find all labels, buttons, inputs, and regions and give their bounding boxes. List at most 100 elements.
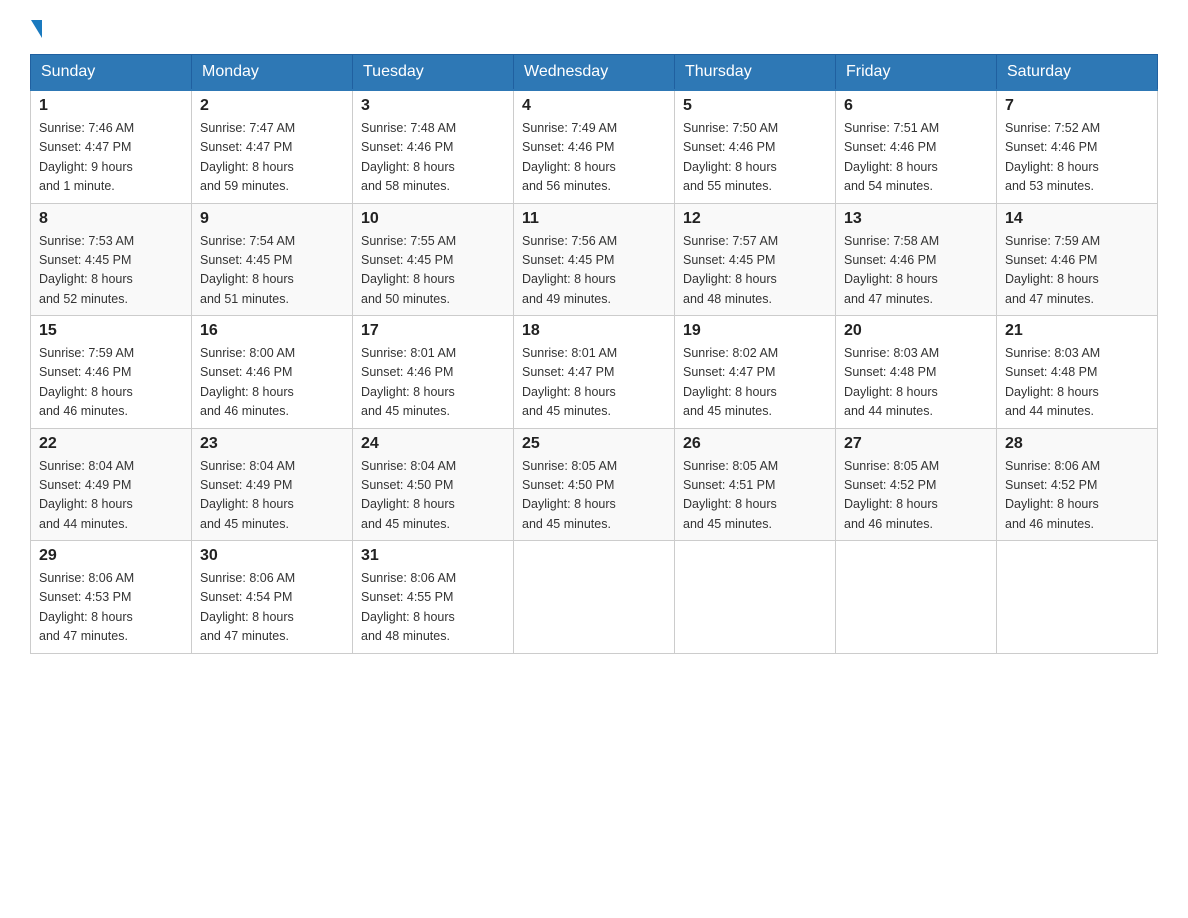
calendar-cell: 25 Sunrise: 8:05 AMSunset: 4:50 PMDayligh…	[514, 428, 675, 541]
calendar-cell: 31Sunrise: 8:06 AMSunset: 4:55 PMDayligh…	[353, 541, 514, 654]
calendar-cell: 26 Sunrise: 8:05 AMSunset: 4:51 PMDayligh…	[675, 428, 836, 541]
day-number: 13	[844, 210, 988, 228]
calendar-cell: 5 Sunrise: 7:50 AMSunset: 4:46 PMDaylight…	[675, 90, 836, 203]
day-number: 3	[361, 97, 505, 115]
day-number: 17	[361, 322, 505, 340]
calendar-week-row: 22 Sunrise: 8:04 AMSunset: 4:49 PMDayligh…	[31, 428, 1158, 541]
calendar-cell: 16 Sunrise: 8:00 AMSunset: 4:46 PMDayligh…	[192, 316, 353, 429]
day-info: Sunrise: 7:51 AMSunset: 4:46 PMDaylight:…	[844, 119, 988, 197]
day-number: 25	[522, 435, 666, 453]
calendar-cell	[675, 541, 836, 654]
day-info: Sunrise: 7:54 AMSunset: 4:45 PMDaylight:…	[200, 232, 344, 310]
day-info: Sunrise: 8:06 AMSunset: 4:54 PMDaylight:…	[200, 569, 344, 647]
calendar-header-sunday: Sunday	[31, 55, 192, 91]
day-info: Sunrise: 8:03 AMSunset: 4:48 PMDaylight:…	[844, 344, 988, 422]
day-info: Sunrise: 8:05 AMSunset: 4:52 PMDaylight:…	[844, 457, 988, 535]
calendar-cell: 13 Sunrise: 7:58 AMSunset: 4:46 PMDayligh…	[836, 203, 997, 316]
calendar-cell: 21 Sunrise: 8:03 AMSunset: 4:48 PMDayligh…	[997, 316, 1158, 429]
day-number: 4	[522, 97, 666, 115]
day-number: 6	[844, 97, 988, 115]
calendar-cell	[997, 541, 1158, 654]
day-info: Sunrise: 7:50 AMSunset: 4:46 PMDaylight:…	[683, 119, 827, 197]
day-number: 28	[1005, 435, 1149, 453]
day-info: Sunrise: 7:49 AMSunset: 4:46 PMDaylight:…	[522, 119, 666, 197]
calendar-cell: 12Sunrise: 7:57 AMSunset: 4:45 PMDayligh…	[675, 203, 836, 316]
day-info: Sunrise: 8:01 AMSunset: 4:46 PMDaylight:…	[361, 344, 505, 422]
calendar-header-tuesday: Tuesday	[353, 55, 514, 91]
calendar-week-row: 29 Sunrise: 8:06 AMSunset: 4:53 PMDayligh…	[31, 541, 1158, 654]
day-info: Sunrise: 7:48 AMSunset: 4:46 PMDaylight:…	[361, 119, 505, 197]
day-number: 11	[522, 210, 666, 228]
day-info: Sunrise: 7:59 AMSunset: 4:46 PMDaylight:…	[39, 344, 183, 422]
calendar-header-monday: Monday	[192, 55, 353, 91]
day-info: Sunrise: 7:53 AMSunset: 4:45 PMDaylight:…	[39, 232, 183, 310]
day-info: Sunrise: 8:04 AMSunset: 4:49 PMDaylight:…	[200, 457, 344, 535]
day-number: 20	[844, 322, 988, 340]
day-info: Sunrise: 8:05 AMSunset: 4:50 PMDaylight:…	[522, 457, 666, 535]
day-number: 23	[200, 435, 344, 453]
calendar-cell: 24Sunrise: 8:04 AMSunset: 4:50 PMDayligh…	[353, 428, 514, 541]
day-number: 9	[200, 210, 344, 228]
day-info: Sunrise: 8:00 AMSunset: 4:46 PMDaylight:…	[200, 344, 344, 422]
day-number: 2	[200, 97, 344, 115]
day-number: 1	[39, 97, 183, 115]
day-info: Sunrise: 7:56 AMSunset: 4:45 PMDaylight:…	[522, 232, 666, 310]
calendar-week-row: 8 Sunrise: 7:53 AMSunset: 4:45 PMDaylight…	[31, 203, 1158, 316]
calendar-cell: 27Sunrise: 8:05 AMSunset: 4:52 PMDayligh…	[836, 428, 997, 541]
day-info: Sunrise: 7:58 AMSunset: 4:46 PMDaylight:…	[844, 232, 988, 310]
day-info: Sunrise: 7:47 AMSunset: 4:47 PMDaylight:…	[200, 119, 344, 197]
calendar-cell: 6 Sunrise: 7:51 AMSunset: 4:46 PMDaylight…	[836, 90, 997, 203]
calendar-cell: 9 Sunrise: 7:54 AMSunset: 4:45 PMDaylight…	[192, 203, 353, 316]
day-number: 30	[200, 547, 344, 565]
calendar-cell: 22 Sunrise: 8:04 AMSunset: 4:49 PMDayligh…	[31, 428, 192, 541]
calendar-cell: 14Sunrise: 7:59 AMSunset: 4:46 PMDayligh…	[997, 203, 1158, 316]
day-info: Sunrise: 8:06 AMSunset: 4:55 PMDaylight:…	[361, 569, 505, 647]
day-info: Sunrise: 8:04 AMSunset: 4:49 PMDaylight:…	[39, 457, 183, 535]
day-number: 18	[522, 322, 666, 340]
logo	[30, 20, 42, 36]
day-info: Sunrise: 8:06 AMSunset: 4:53 PMDaylight:…	[39, 569, 183, 647]
day-number: 29	[39, 547, 183, 565]
calendar-cell: 8 Sunrise: 7:53 AMSunset: 4:45 PMDaylight…	[31, 203, 192, 316]
calendar-cell: 3 Sunrise: 7:48 AMSunset: 4:46 PMDaylight…	[353, 90, 514, 203]
calendar-cell: 20 Sunrise: 8:03 AMSunset: 4:48 PMDayligh…	[836, 316, 997, 429]
calendar-cell: 4 Sunrise: 7:49 AMSunset: 4:46 PMDaylight…	[514, 90, 675, 203]
calendar-cell: 28 Sunrise: 8:06 AMSunset: 4:52 PMDayligh…	[997, 428, 1158, 541]
day-number: 22	[39, 435, 183, 453]
calendar-table: SundayMondayTuesdayWednesdayThursdayFrid…	[30, 54, 1158, 654]
day-info: Sunrise: 8:06 AMSunset: 4:52 PMDaylight:…	[1005, 457, 1149, 535]
day-number: 7	[1005, 97, 1149, 115]
calendar-header-saturday: Saturday	[997, 55, 1158, 91]
calendar-cell: 30 Sunrise: 8:06 AMSunset: 4:54 PMDayligh…	[192, 541, 353, 654]
page-header	[30, 20, 1158, 36]
day-info: Sunrise: 8:03 AMSunset: 4:48 PMDaylight:…	[1005, 344, 1149, 422]
calendar-week-row: 1 Sunrise: 7:46 AMSunset: 4:47 PMDaylight…	[31, 90, 1158, 203]
day-number: 14	[1005, 210, 1149, 228]
calendar-week-row: 15 Sunrise: 7:59 AMSunset: 4:46 PMDayligh…	[31, 316, 1158, 429]
day-number: 16	[200, 322, 344, 340]
calendar-header-row: SundayMondayTuesdayWednesdayThursdayFrid…	[31, 55, 1158, 91]
logo-arrow-icon	[31, 20, 42, 38]
day-number: 10	[361, 210, 505, 228]
day-number: 8	[39, 210, 183, 228]
day-info: Sunrise: 7:55 AMSunset: 4:45 PMDaylight:…	[361, 232, 505, 310]
day-number: 26	[683, 435, 827, 453]
day-number: 12	[683, 210, 827, 228]
calendar-cell: 7Sunrise: 7:52 AMSunset: 4:46 PMDaylight…	[997, 90, 1158, 203]
calendar-header-friday: Friday	[836, 55, 997, 91]
day-number: 15	[39, 322, 183, 340]
calendar-cell: 2 Sunrise: 7:47 AMSunset: 4:47 PMDaylight…	[192, 90, 353, 203]
day-number: 21	[1005, 322, 1149, 340]
day-info: Sunrise: 8:05 AMSunset: 4:51 PMDaylight:…	[683, 457, 827, 535]
calendar-header-thursday: Thursday	[675, 55, 836, 91]
day-number: 5	[683, 97, 827, 115]
day-number: 19	[683, 322, 827, 340]
day-info: Sunrise: 7:46 AMSunset: 4:47 PMDaylight:…	[39, 119, 183, 197]
calendar-cell: 19Sunrise: 8:02 AMSunset: 4:47 PMDayligh…	[675, 316, 836, 429]
calendar-cell: 10 Sunrise: 7:55 AMSunset: 4:45 PMDayligh…	[353, 203, 514, 316]
calendar-header-wednesday: Wednesday	[514, 55, 675, 91]
calendar-cell: 18Sunrise: 8:01 AMSunset: 4:47 PMDayligh…	[514, 316, 675, 429]
calendar-cell: 29 Sunrise: 8:06 AMSunset: 4:53 PMDayligh…	[31, 541, 192, 654]
calendar-cell: 1 Sunrise: 7:46 AMSunset: 4:47 PMDaylight…	[31, 90, 192, 203]
calendar-cell: 11 Sunrise: 7:56 AMSunset: 4:45 PMDayligh…	[514, 203, 675, 316]
